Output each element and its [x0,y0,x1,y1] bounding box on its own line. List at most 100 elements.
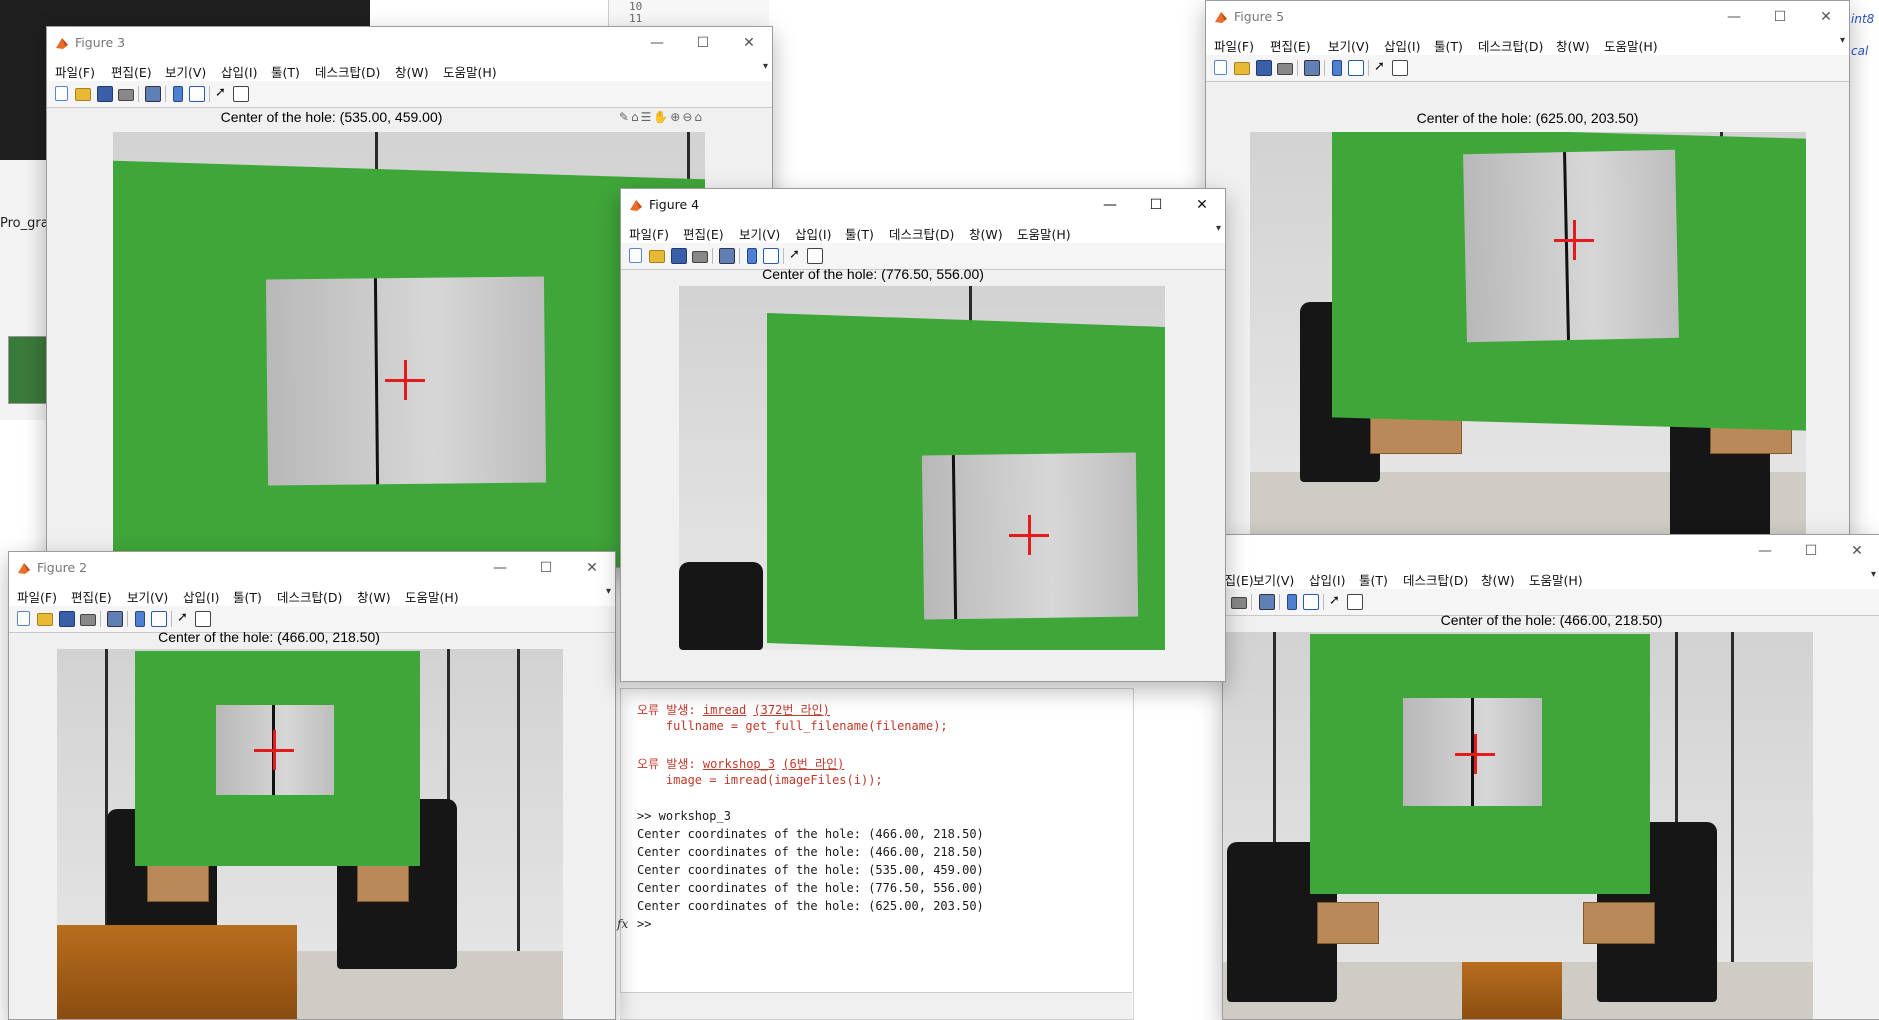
menu-edit[interactable]: 편집(E) [1223,570,1254,589]
menu-help[interactable]: 도움말(H) [443,62,497,81]
menu-overflow-icon[interactable]: ▾ [763,61,768,72]
link-plot-icon[interactable] [107,611,123,627]
menu-overflow-icon[interactable]: ▾ [1871,569,1876,580]
open-file-icon[interactable] [75,88,91,101]
new-figure-icon[interactable] [17,611,30,626]
open-file-icon[interactable] [649,250,665,263]
colorbar-icon[interactable] [1332,60,1342,76]
menu-edit[interactable]: 편집(E) [111,62,152,81]
menu-insert[interactable]: 삽입(I) [221,62,257,81]
maximize-button[interactable]: ☐ [680,27,726,59]
legend-icon[interactable] [1303,594,1319,610]
image-axes[interactable] [1250,132,1806,541]
menu-insert[interactable]: 삽입(I) [795,224,831,243]
figure-5-titlebar[interactable]: Figure 5 — ☐ ✕ [1206,1,1849,33]
menu-insert[interactable]: 삽입(I) [1384,36,1420,55]
image-axes[interactable] [1223,632,1813,1019]
error-line-link[interactable]: (372번 라인) [753,703,829,717]
maximize-button[interactable]: ☐ [1788,535,1834,567]
link-plot-icon[interactable] [1259,594,1275,610]
menu-desktop[interactable]: 데스크탑(D) [315,62,380,81]
save-icon[interactable] [59,611,75,627]
minimize-button[interactable]: — [477,552,523,584]
menu-window[interactable]: 창(W) [969,224,1003,243]
print-icon[interactable] [80,614,96,626]
menu-tools[interactable]: 툴(T) [1434,36,1463,55]
menu-insert[interactable]: 삽입(I) [183,587,219,606]
image-axes[interactable] [679,286,1165,650]
function-browser-icon[interactable]: fx [617,917,628,931]
file-thumbnail[interactable] [8,336,48,404]
image-axes[interactable] [113,132,705,567]
menu-desktop[interactable]: 데스크탑(D) [1403,570,1468,589]
menu-desktop[interactable]: 데스크탑(D) [889,224,954,243]
print-icon[interactable] [1231,597,1247,609]
legend-icon[interactable] [189,86,205,102]
colorbar-icon[interactable] [135,611,145,627]
menu-window[interactable]: 창(W) [1556,36,1590,55]
edit-plot-icon[interactable]: ➚ [1374,60,1388,74]
save-icon[interactable] [1256,60,1272,76]
menu-view[interactable]: 보기(V) [127,587,168,606]
menu-help[interactable]: 도움말(H) [405,587,459,606]
command-prompt[interactable]: >> [637,917,651,931]
colorbar-icon[interactable] [747,248,757,264]
new-figure-icon[interactable] [1214,60,1227,75]
property-inspector-icon[interactable] [1347,594,1363,610]
menu-desktop[interactable]: 데스크탑(D) [1478,36,1543,55]
new-figure-icon[interactable] [629,248,642,263]
menu-edit[interactable]: 편집(E) [683,224,724,243]
edit-plot-icon[interactable]: ➚ [215,86,229,100]
property-inspector-icon[interactable] [233,86,249,102]
menu-help[interactable]: 도움말(H) [1017,224,1071,243]
new-figure-icon[interactable] [55,86,68,101]
menu-edit[interactable]: 편집(E) [1270,36,1311,55]
maximize-button[interactable]: ☐ [523,552,569,584]
figure-4-titlebar[interactable]: Figure 4 — ☐ ✕ [621,189,1225,221]
save-icon[interactable] [97,86,113,102]
link-plot-icon[interactable] [719,248,735,264]
menu-file[interactable]: 파일(F) [629,224,669,243]
minimize-button[interactable]: — [1087,189,1133,221]
close-button[interactable]: ✕ [726,27,772,59]
property-inspector-icon[interactable] [807,248,823,264]
print-icon[interactable] [118,89,134,101]
file-browser-label[interactable]: Pro_gra [0,216,49,231]
menu-file[interactable]: 파일(F) [17,587,57,606]
menu-tools[interactable]: 툴(T) [845,224,874,243]
link-plot-icon[interactable] [145,86,161,102]
menu-insert[interactable]: 삽입(I) [1309,570,1345,589]
figure-1-titlebar[interactable]: — ☐ ✕ [1223,535,1879,567]
open-file-icon[interactable] [37,613,53,626]
maximize-button[interactable]: ☐ [1133,189,1179,221]
menu-view[interactable]: 보기(V) [1328,36,1369,55]
close-button[interactable]: ✕ [1179,189,1225,221]
menu-window[interactable]: 창(W) [395,62,429,81]
open-file-icon[interactable] [1234,62,1250,75]
edit-plot-icon[interactable]: ➚ [789,248,803,262]
error-function-link[interactable]: workshop_3 [703,757,775,771]
figure-3-titlebar[interactable]: Figure 3 — ☐ ✕ [47,27,772,59]
menu-view[interactable]: 보기(V) [739,224,780,243]
image-axes[interactable] [57,649,563,1019]
colorbar-icon[interactable] [173,86,183,102]
menu-view[interactable]: 보기(V) [1253,570,1294,589]
menu-edit[interactable]: 편집(E) [71,587,112,606]
command-window[interactable]: 오류 발생: imread (372번 라인) fullname = get_f… [617,688,1134,1020]
menu-overflow-icon[interactable]: ▾ [1840,35,1845,46]
menu-help[interactable]: 도움말(H) [1529,570,1583,589]
menu-desktop[interactable]: 데스크탑(D) [277,587,342,606]
menu-tools[interactable]: 툴(T) [271,62,300,81]
close-button[interactable]: ✕ [1834,535,1879,567]
menu-tools[interactable]: 툴(T) [233,587,262,606]
menu-help[interactable]: 도움말(H) [1604,36,1658,55]
edit-plot-icon[interactable]: ➚ [1329,594,1343,608]
close-button[interactable]: ✕ [569,552,615,584]
menu-view[interactable]: 보기(V) [165,62,206,81]
print-icon[interactable] [1277,63,1293,75]
minimize-button[interactable]: — [1742,535,1788,567]
legend-icon[interactable] [151,611,167,627]
menu-tools[interactable]: 툴(T) [1359,570,1388,589]
colorbar-icon[interactable] [1287,594,1297,610]
maximize-button[interactable]: ☐ [1757,1,1803,33]
